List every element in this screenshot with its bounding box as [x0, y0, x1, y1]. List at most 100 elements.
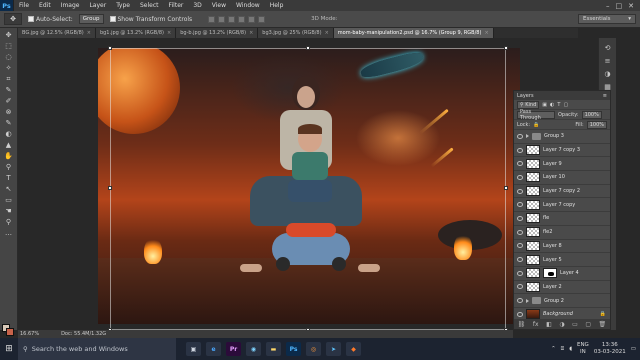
align-left-icon[interactable]: [238, 15, 246, 23]
eyedropper-tool[interactable]: ✎: [3, 86, 15, 95]
expand-icon[interactable]: [526, 298, 529, 303]
menu-edit[interactable]: Edit: [34, 2, 56, 9]
new-layer-icon[interactable]: ▢: [585, 321, 591, 328]
marquee-tool[interactable]: ⬚: [3, 42, 15, 51]
tab-bg-b[interactable]: bg-b.jpg @ 13.2% (RGB/8) ×: [176, 28, 259, 38]
artwork-canvas[interactable]: [98, 48, 520, 324]
media-icon[interactable]: ◉: [246, 342, 261, 356]
eye-icon[interactable]: [517, 147, 523, 153]
menu-view[interactable]: View: [207, 2, 231, 9]
eye-icon[interactable]: [517, 284, 523, 290]
menu-type[interactable]: Type: [111, 2, 135, 9]
menu-image[interactable]: Image: [56, 2, 85, 9]
blend-mode-dropdown[interactable]: Pass Through: [517, 109, 555, 121]
adjustments-icon[interactable]: ◑: [603, 70, 613, 78]
eye-icon[interactable]: [517, 188, 523, 194]
close-icon[interactable]: ×: [87, 30, 91, 36]
layers-tab[interactable]: Layers: [517, 93, 534, 99]
layer-row[interactable]: Group 3: [514, 130, 610, 144]
layer-row[interactable]: Layer 4: [514, 267, 610, 281]
menu-layer[interactable]: Layer: [84, 2, 111, 9]
zoom-tool[interactable]: ⚲: [3, 218, 15, 227]
layer-row[interactable]: Layer 9: [514, 157, 610, 172]
menu-3d[interactable]: 3D: [188, 2, 206, 9]
eye-icon[interactable]: [517, 243, 523, 249]
menu-help[interactable]: Help: [265, 2, 289, 9]
close-icon[interactable]: ×: [167, 30, 171, 36]
eraser-tool[interactable]: ▲: [3, 141, 15, 150]
type-tool[interactable]: T: [3, 174, 15, 183]
expand-icon[interactable]: [526, 134, 529, 139]
eye-icon[interactable]: [517, 311, 523, 317]
photoshop-icon[interactable]: Ps: [286, 342, 301, 356]
eye-icon[interactable]: [517, 174, 523, 180]
history-icon[interactable]: ⟲: [603, 44, 613, 52]
align-bottom-icon[interactable]: [228, 15, 236, 23]
layer-row[interactable]: Layer 10: [514, 171, 610, 185]
lock-icon[interactable]: 🔒: [533, 122, 539, 128]
lasso-tool[interactable]: ◌: [3, 53, 15, 62]
layer-style-icon[interactable]: fx: [533, 321, 539, 328]
layer-row[interactable]: Layer 7 copy 3: [514, 144, 610, 158]
vlc-icon[interactable]: ◆: [346, 342, 361, 356]
layer-row[interactable]: Layer 2: [514, 281, 610, 295]
language-indicator[interactable]: ENG IN: [577, 342, 589, 356]
layer-row[interactable]: Layer 7 copy: [514, 198, 610, 213]
new-group-icon[interactable]: ▭: [572, 321, 578, 328]
align-center-icon[interactable]: [248, 15, 256, 23]
zoom-level[interactable]: 16.67%: [20, 331, 39, 337]
auto-select-dropdown[interactable]: Group: [78, 14, 104, 24]
move-tool-preset[interactable]: ✥: [4, 13, 22, 25]
move-tool[interactable]: ✥: [3, 31, 15, 40]
gradient-tool[interactable]: ✋: [3, 152, 15, 161]
tab-bg[interactable]: BG.jpg @ 12.5% (RGB/8) ×: [18, 28, 96, 38]
menu-filter[interactable]: Filter: [164, 2, 189, 9]
show-transform-checkbox[interactable]: Show Transform Controls: [109, 16, 192, 23]
quick-select-tool[interactable]: ✧: [3, 64, 15, 73]
workspace-switcher[interactable]: Essentials ▾: [578, 14, 636, 24]
auto-select-checkbox[interactable]: Auto-Select:: [28, 16, 73, 23]
background-color-swatch[interactable]: [6, 328, 14, 336]
tab-mom-baby[interactable]: mom-baby-manipulation2.psd @ 16.7% (Grou…: [333, 28, 494, 38]
chrome-icon[interactable]: ◎: [306, 342, 321, 356]
brush-tool[interactable]: ⊗: [3, 108, 15, 117]
notifications-icon[interactable]: ▭: [631, 346, 636, 352]
kind-filter-dropdown[interactable]: ⚲ Kind: [517, 100, 540, 109]
maximize-button[interactable]: □: [616, 2, 623, 10]
task-view-icon[interactable]: ▣: [186, 342, 201, 356]
tab-bg3[interactable]: bg3.jpg @ 25% (RGB/8) ×: [258, 28, 334, 38]
menu-select[interactable]: Select: [135, 2, 164, 9]
windows-start-icon[interactable]: ⊞: [0, 338, 18, 360]
adjustment-layer-icon[interactable]: ◑: [559, 321, 564, 328]
layer-row[interactable]: Layer 7 copy 2: [514, 185, 610, 199]
panel-menu-icon[interactable]: ≡: [603, 93, 607, 99]
opacity-field[interactable]: 100%: [581, 110, 602, 119]
eye-icon[interactable]: [517, 133, 523, 139]
filter-type-icon[interactable]: T: [557, 102, 560, 108]
layer-row[interactable]: Layer 5: [514, 253, 610, 267]
clone-stamp-tool[interactable]: ✎: [3, 119, 15, 128]
shape-tool[interactable]: ▭: [3, 196, 15, 205]
chevron-up-icon[interactable]: ⌃: [551, 346, 556, 352]
tab-bg1[interactable]: bg1.jpg @ 13.2% (RGB/8) ×: [95, 28, 177, 38]
add-mask-icon[interactable]: ◧: [546, 321, 552, 328]
fill-field[interactable]: 100%: [586, 120, 607, 129]
eye-icon[interactable]: [517, 202, 523, 208]
clock[interactable]: 13:36 03-03-2021: [594, 342, 626, 356]
align-right-icon[interactable]: [258, 15, 266, 23]
crop-tool[interactable]: ⌗: [3, 75, 15, 84]
filter-adjust-icon[interactable]: ◐: [550, 102, 554, 108]
eye-icon[interactable]: [517, 257, 523, 263]
close-icon[interactable]: ×: [325, 30, 329, 36]
eye-icon[interactable]: [517, 161, 523, 167]
more-tools[interactable]: …: [3, 229, 15, 238]
volume-icon[interactable]: ◖: [569, 346, 572, 352]
link-layers-icon[interactable]: ⛓: [518, 321, 526, 328]
filter-shape-icon[interactable]: ▢: [563, 102, 568, 108]
align-top-icon[interactable]: [208, 15, 216, 23]
path-select-tool[interactable]: ↖: [3, 185, 15, 194]
layer-row[interactable]: fle: [514, 212, 610, 226]
menu-file[interactable]: File: [14, 2, 34, 9]
align-middle-icon[interactable]: [218, 15, 226, 23]
filter-pixel-icon[interactable]: ▣: [542, 102, 547, 108]
